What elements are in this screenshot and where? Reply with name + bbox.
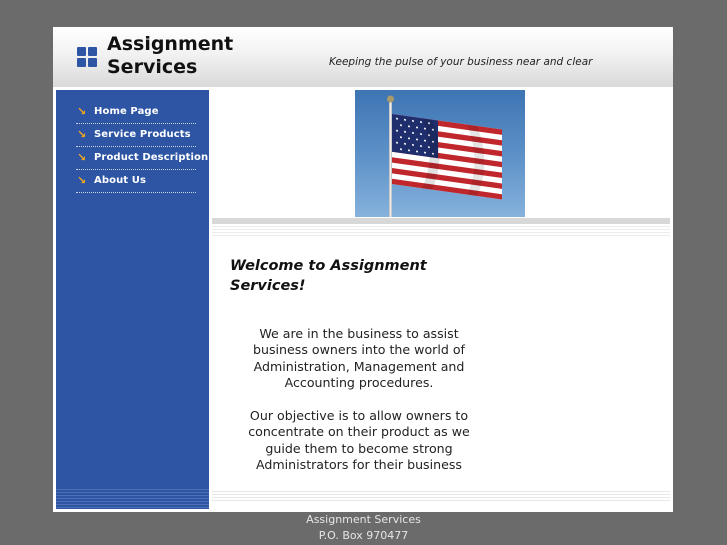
bottom-divider-lines	[212, 489, 670, 501]
nav-link-product-description[interactable]: Product Description	[94, 152, 208, 163]
welcome-heading: Welcome to Assignment Services!	[230, 258, 427, 294]
nav-item-about-us[interactable]: ↘ About Us	[76, 173, 196, 193]
site-title-line1: Assignment	[107, 33, 234, 55]
footer-company-name: Assignment Services	[306, 513, 421, 526]
site-tagline: Keeping the pulse of your business near …	[329, 56, 593, 68]
footer-address: P.O. Box 970477	[318, 528, 409, 542]
page-container: Assignment Services Keeping the pulse of…	[53, 27, 673, 512]
arrow-icon: ↘	[77, 128, 87, 141]
flag-illustration	[387, 95, 502, 217]
content-divider-lines	[212, 224, 670, 238]
objective-paragraph: Our objective is to allow owners to conc…	[248, 408, 470, 473]
logo-grid-icon	[77, 47, 99, 69]
nav-item-home-page[interactable]: ↘ Home Page	[76, 104, 196, 124]
arrow-icon: ↘	[77, 151, 87, 164]
arrow-icon: ↘	[77, 105, 87, 118]
nav-link-home-page[interactable]: Home Page	[94, 106, 159, 117]
sidebar-decoration	[56, 487, 209, 509]
nav-link-service-products[interactable]: Service Products	[94, 129, 191, 140]
arrow-icon: ↘	[77, 174, 87, 187]
site-title-line2: Services	[107, 56, 198, 78]
sidebar: ↘ Home Page ↘ Service Products ↘ Product…	[56, 90, 209, 509]
sidebar-nav: ↘ Home Page ↘ Service Products ↘ Product…	[76, 104, 208, 196]
nav-item-product-description[interactable]: ↘ Product Description	[76, 150, 208, 170]
nav-item-service-products[interactable]: ↘ Service Products	[76, 127, 196, 147]
site-footer: Assignment Services P.O. Box 970477	[0, 512, 727, 543]
site-header: Assignment Services Keeping the pulse of…	[53, 27, 673, 87]
flag-image	[355, 90, 525, 217]
intro-paragraph: We are in the business to assist busines…	[253, 326, 465, 391]
site-title: Assignment Services	[107, 33, 267, 79]
nav-link-about-us[interactable]: About Us	[94, 175, 146, 186]
